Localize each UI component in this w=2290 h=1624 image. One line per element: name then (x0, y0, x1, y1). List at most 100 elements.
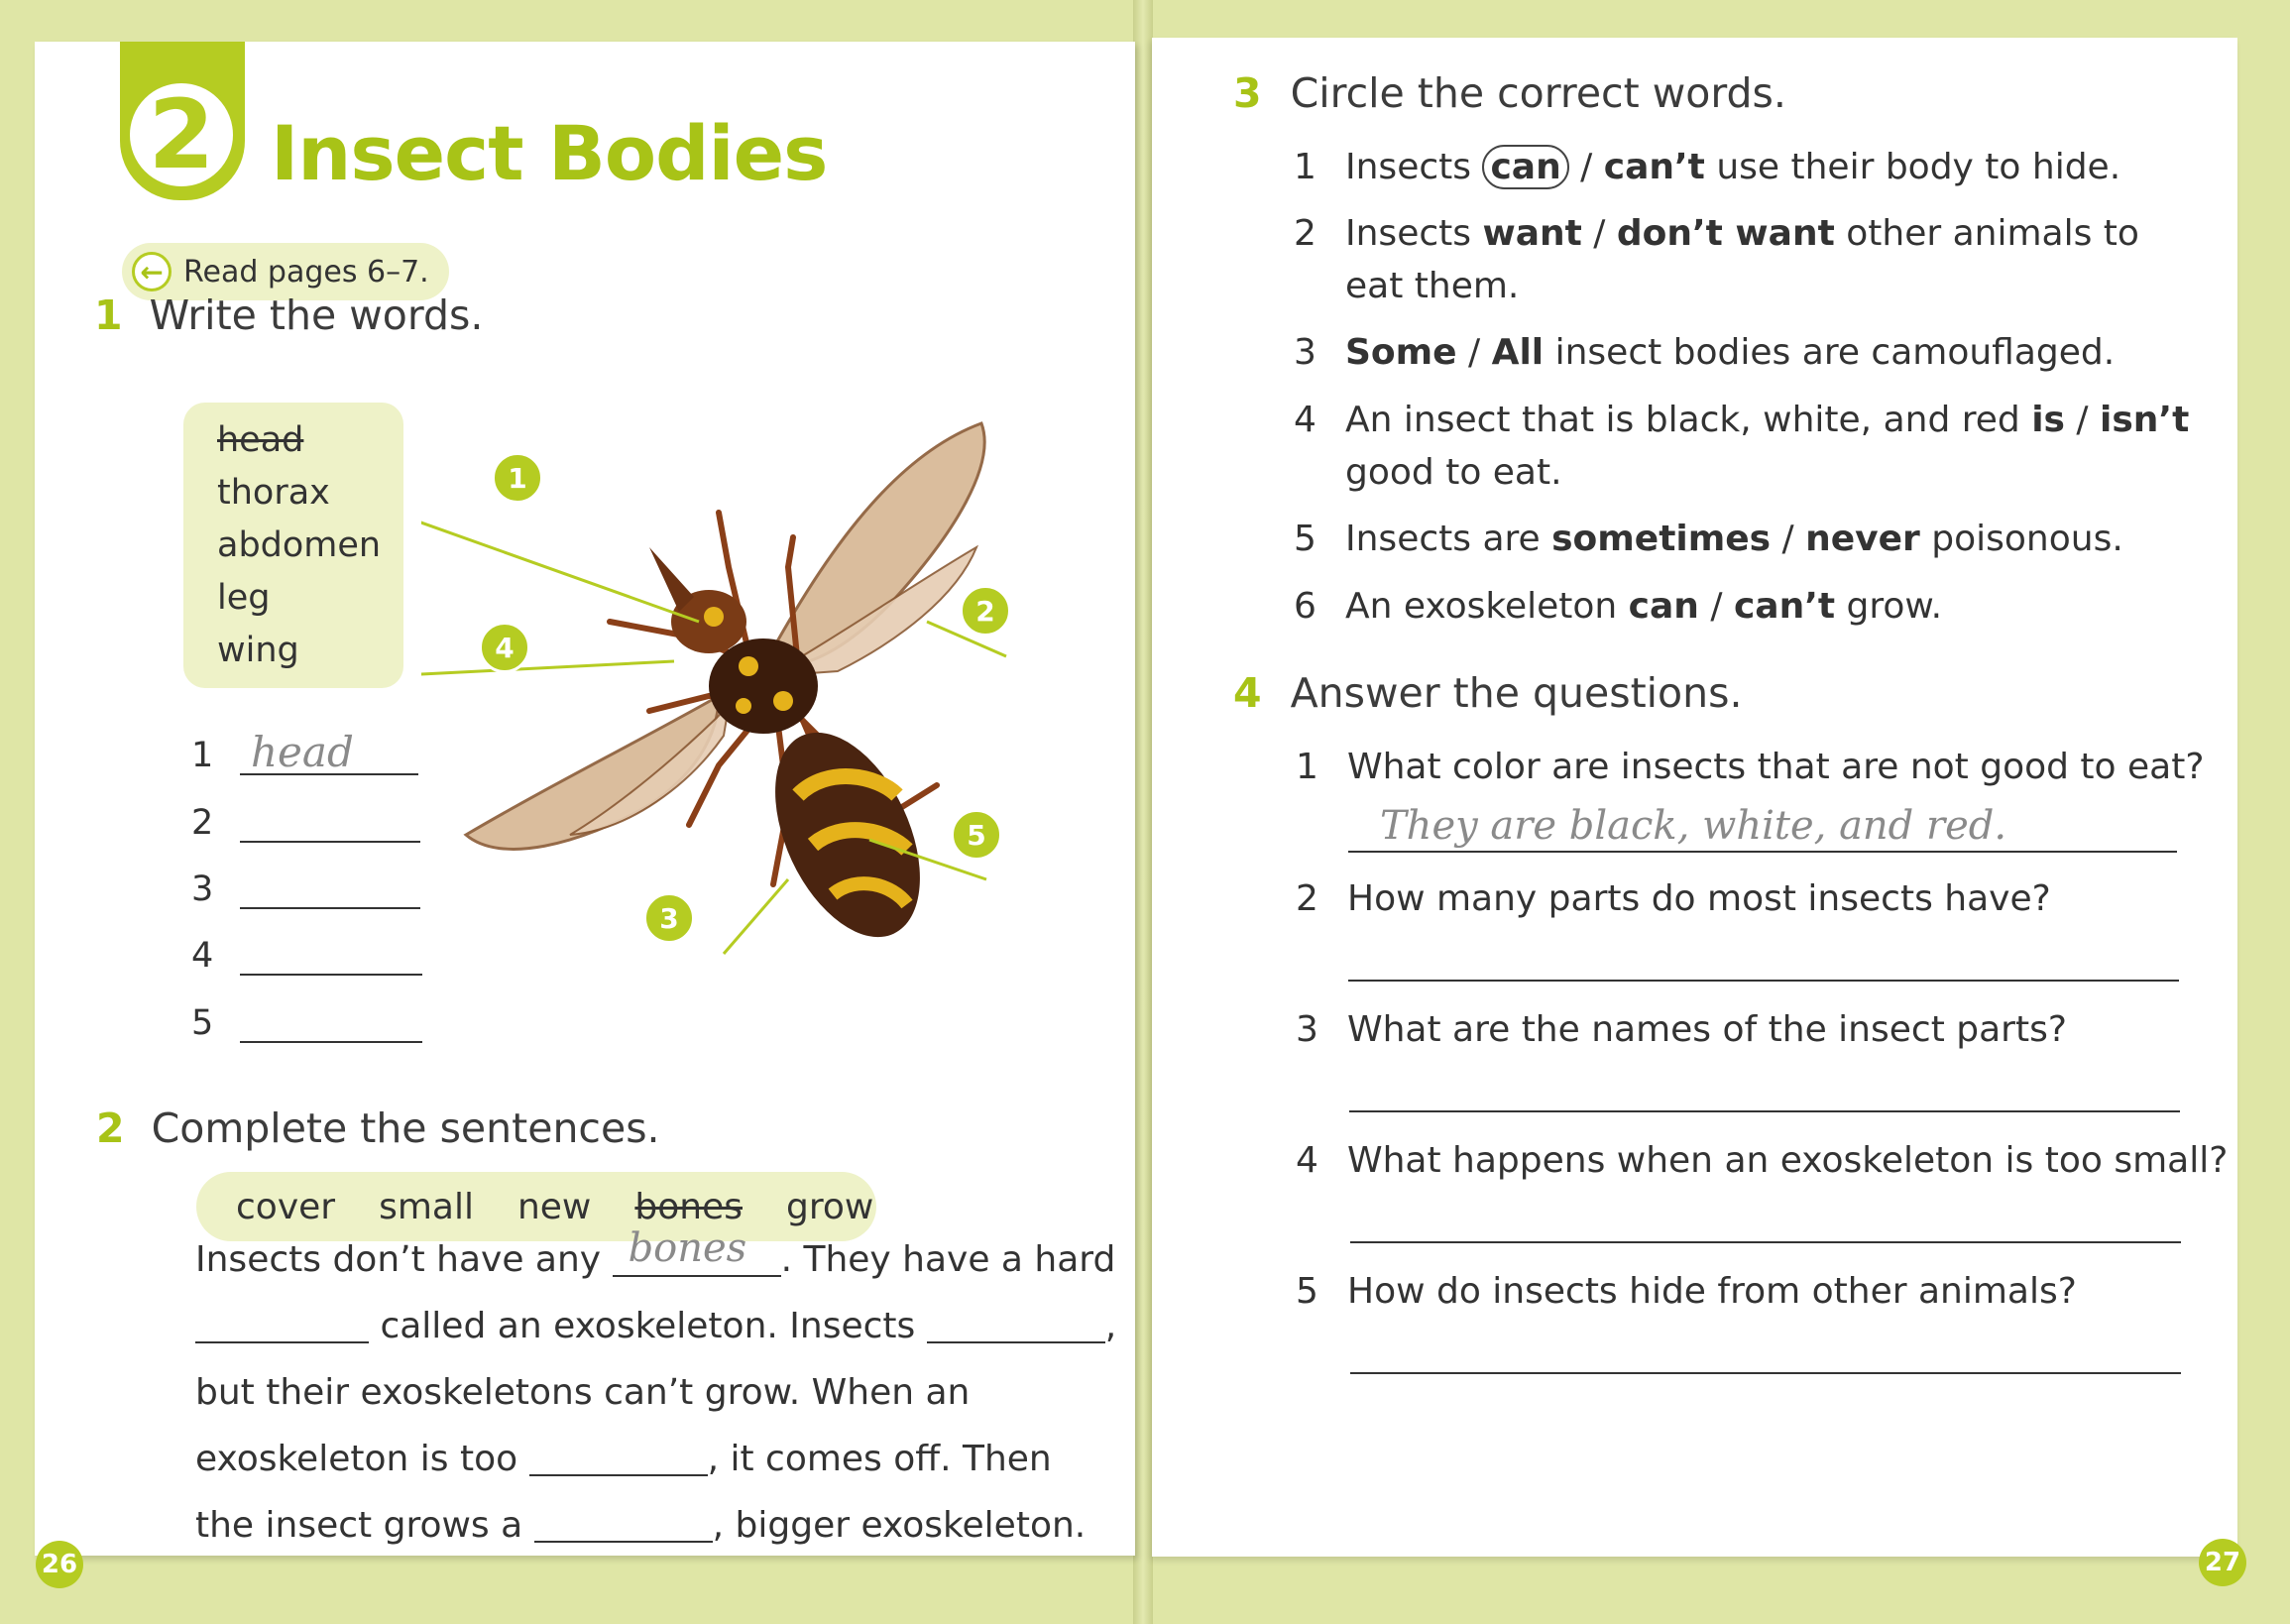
unit-title: Insect Bodies (271, 109, 828, 197)
word-bank-item: new (516, 1186, 592, 1227)
question-number: 4 (1294, 400, 1317, 440)
fill-blank[interactable] (926, 1306, 1105, 1343)
page-number-right: 27 (2199, 1539, 2246, 1586)
answer-row: 1 (191, 736, 213, 775)
answer-line[interactable] (240, 974, 422, 976)
question-text: Insects (1345, 213, 1483, 254)
sentence-line: Insects don’t have any bones . They have … (195, 1225, 1115, 1280)
choice-b[interactable]: don’t want (1617, 213, 1835, 254)
answer-row: 2 (191, 803, 213, 843)
choice-b[interactable]: isn’t (2100, 400, 2189, 440)
choice-b[interactable]: All (1492, 332, 1545, 373)
answer-number: 3 (191, 870, 214, 909)
sentence-text: Insects don’t have any (195, 1239, 602, 1280)
question-item: 1 Insects can / can’t use their body to h… (1294, 145, 2121, 189)
exercise-title: Answer the questions. (1290, 669, 1743, 717)
question-number: 5 (1296, 1271, 1318, 1312)
fill-blank[interactable] (533, 1505, 713, 1543)
sentence-line: called an exoskeleton. Insects , (195, 1306, 1116, 1346)
callout-5: 5 (951, 809, 1002, 861)
question-item: 6 An exoskeleton can / can’t grow. (1294, 586, 1942, 627)
question-text: An exoskeleton (1345, 586, 1629, 627)
answer-line[interactable] (1348, 851, 2177, 853)
answer-line[interactable] (1348, 980, 2179, 982)
callout-2: 2 (960, 585, 1011, 637)
right-page: 3 Circle the correct words. 1 Insects can… (1152, 38, 2237, 1557)
question-number: 5 (1294, 519, 1317, 559)
word-bank-item: grow (786, 1186, 874, 1227)
answer-line[interactable] (1350, 1241, 2181, 1243)
sentence-text: , bigger exoskeleton. (712, 1505, 1087, 1546)
question-number: 6 (1294, 586, 1317, 627)
choice-separator: / (1698, 586, 1734, 627)
question-text: What are the names of the insect parts? (1347, 1009, 2067, 1050)
question-number: 4 (1296, 1140, 1318, 1181)
word-bank-item: abdomen (217, 525, 382, 565)
word-bank-item: wing (217, 631, 299, 670)
book-gutter (1133, 0, 1153, 1624)
question-number: 1 (1294, 147, 1317, 187)
choice-a[interactable]: can (1629, 586, 1699, 627)
answer-line[interactable] (240, 1041, 422, 1043)
answer-line[interactable] (240, 907, 420, 909)
sentence-text: the insect grows a (195, 1505, 523, 1546)
choice-b[interactable]: can’t (1734, 586, 1835, 627)
word-bank-item: small (379, 1186, 474, 1227)
question-item: 2 How many parts do most insects have? (1296, 878, 2051, 919)
choice-a[interactable]: can (1482, 145, 1569, 189)
word-bank-item: head (217, 420, 304, 460)
question-item: 4 An insect that is black, white, and red… (1294, 400, 2189, 440)
question-text: An insect that is black, white, and red (1345, 400, 2032, 440)
sentence-text: called an exoskeleton. Insects (380, 1306, 916, 1346)
answer-number: 4 (191, 936, 214, 976)
choice-separator: / (1771, 519, 1806, 559)
question-number: 1 (1296, 747, 1318, 787)
sentence-text: but their exoskeletons can’t grow. When … (195, 1372, 971, 1413)
question-item: 1 What color are insects that are not goo… (1296, 747, 2204, 787)
handwritten-answer: head (251, 728, 354, 776)
question-text: How many parts do most insects have? (1347, 878, 2051, 919)
question-text: Insects are (1345, 519, 1552, 559)
callout-4: 4 (479, 622, 530, 673)
read-pages-text: Read pages 6–7. (183, 254, 429, 290)
question-text: What happens when an exoskeleton is too … (1347, 1140, 2229, 1181)
question-continuation: good to eat. (1345, 452, 1562, 493)
page-number-left: 26 (36, 1541, 83, 1588)
exercise-number: 2 (96, 1104, 125, 1152)
word-bank-item: bones (634, 1186, 743, 1227)
sentence-text: , (1104, 1306, 1117, 1346)
fill-blank[interactable]: bones (612, 1225, 781, 1277)
answer-line[interactable] (1350, 1372, 2181, 1374)
question-number: 3 (1296, 1009, 1318, 1050)
arrow-left-icon: ← (132, 252, 172, 291)
answer-row: 5 (191, 1003, 213, 1043)
word-bank: head thorax abdomen leg wing (183, 403, 403, 688)
exercise-1-heading: 1 Write the words. (94, 291, 483, 339)
choice-a[interactable]: is (2031, 400, 2065, 440)
question-text: poisonous. (1919, 519, 2123, 559)
choice-a[interactable]: Some (1345, 332, 1457, 373)
sentence-text: , it comes off. Then (707, 1439, 1052, 1479)
choice-separator: / (2064, 400, 2100, 440)
choice-b[interactable]: never (1805, 519, 1920, 559)
exercise-number: 3 (1233, 69, 1262, 117)
sentence-line: exoskeleton is too , it comes off. Then (195, 1439, 1052, 1479)
answer-line[interactable] (240, 841, 420, 843)
question-text: use their body to hide. (1704, 147, 2121, 187)
exercise-title: Circle the correct words. (1290, 69, 1786, 117)
callout-1: 1 (492, 452, 543, 504)
fill-blank[interactable] (528, 1439, 708, 1476)
question-item: 4 What happens when an exoskeleton is too… (1296, 1140, 2228, 1181)
choice-a[interactable]: sometimes (1551, 519, 1771, 559)
question-text: Insects (1345, 147, 1483, 187)
fill-blank[interactable] (195, 1306, 369, 1343)
word-bank-item: cover (236, 1186, 336, 1227)
choice-b[interactable]: can’t (1604, 147, 1705, 187)
exercise-number: 1 (94, 291, 123, 339)
answer-line[interactable] (1349, 1110, 2180, 1112)
exercise-title: Write the words. (149, 291, 484, 339)
exercise-2-heading: 2 Complete the sentences. (96, 1104, 660, 1152)
sentence-line: but their exoskeletons can’t grow. When … (195, 1372, 970, 1413)
choice-a[interactable]: want (1482, 213, 1581, 254)
question-item: 2 Insects want / don’t want other animals… (1294, 213, 2139, 254)
